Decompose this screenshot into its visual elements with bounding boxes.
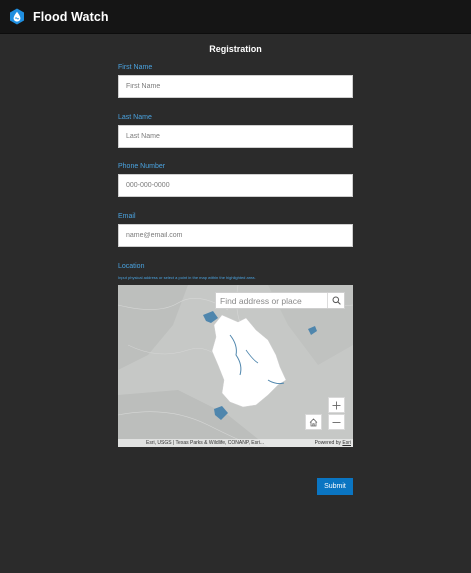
first-name-input[interactable]: [118, 75, 353, 98]
phone-number-label: Phone Number: [118, 163, 166, 170]
last-name-label: Last Name: [118, 114, 152, 121]
zoom-in-icon: [332, 401, 341, 409]
powered-by: Powered by Esri: [315, 440, 351, 446]
phone-number-input[interactable]: [118, 174, 353, 197]
form-title: Registration: [209, 44, 262, 54]
location-map[interactable]: Esri, USGS | Texas Parks & Wildlife, CON…: [118, 285, 353, 447]
location-label: Location: [118, 263, 145, 270]
app-title: Flood Watch: [33, 10, 109, 24]
esri-link[interactable]: Esri: [342, 440, 351, 446]
map-search-box: [215, 292, 345, 309]
powered-by-text: Powered by: [314, 440, 343, 446]
last-name-input[interactable]: [118, 125, 353, 148]
attribution-text: Esri, USGS | Texas Parks & Wildlife, CON…: [146, 440, 265, 446]
home-icon: [309, 417, 318, 426]
location-hint: Input physical address or select a point…: [118, 275, 256, 280]
zoom-out-icon: [332, 421, 341, 423]
home-button[interactable]: [305, 414, 322, 430]
submit-button[interactable]: Submit: [317, 478, 353, 495]
flood-watch-logo-icon: [10, 8, 24, 25]
map-search-button[interactable]: [327, 293, 344, 308]
app-header: Flood Watch: [0, 0, 471, 34]
map-search-input[interactable]: [216, 293, 327, 308]
search-icon: [332, 296, 341, 305]
zoom-in-button[interactable]: [328, 397, 345, 413]
email-label: Email: [118, 213, 136, 220]
zoom-out-button[interactable]: [328, 414, 345, 430]
first-name-label: First Name: [118, 64, 153, 71]
email-input[interactable]: [118, 224, 353, 247]
map-attribution: Esri, USGS | Texas Parks & Wildlife, CON…: [118, 439, 353, 447]
